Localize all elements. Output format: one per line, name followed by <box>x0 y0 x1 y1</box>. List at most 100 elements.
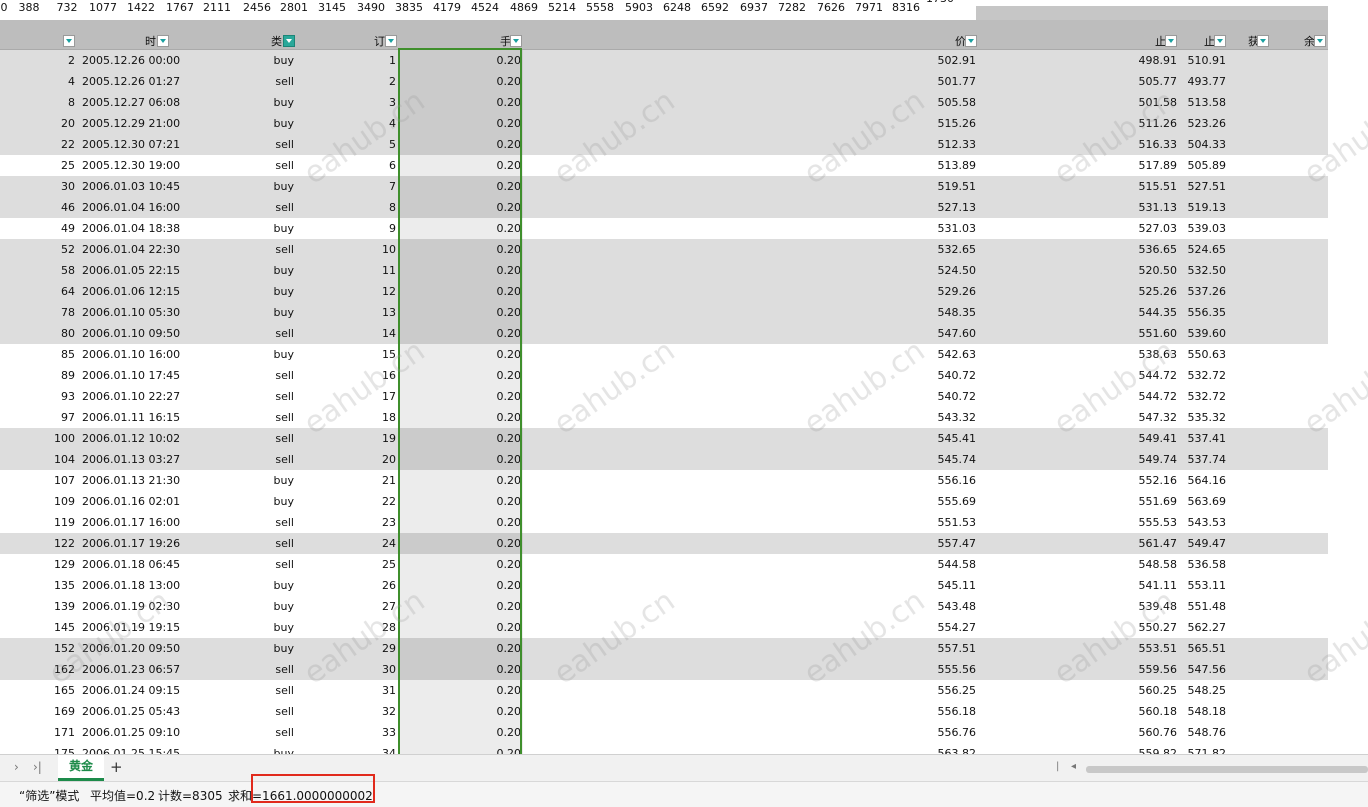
cell-lots[interactable]: 0.20 <box>461 621 522 634</box>
cell-tp[interactable]: 532.72 <box>1180 390 1227 403</box>
cell-sl[interactable]: 560.18 <box>1107 705 1178 718</box>
table-row[interactable]: 129 2006.01.18 06:45 sell 25 0.20 544.58 548.5… <box>0 554 1328 575</box>
cell-lots[interactable]: 0.20 <box>461 663 522 676</box>
filter-dropdown-order[interactable] <box>385 35 397 47</box>
cell-order[interactable]: 32 <box>356 705 396 718</box>
cell-time[interactable]: 2006.01.10 09:50 <box>82 327 180 340</box>
cell-price[interactable]: 512.33 <box>906 138 977 151</box>
cell-type[interactable]: buy <box>244 495 294 508</box>
cell-time[interactable]: 2006.01.12 10:02 <box>82 432 180 445</box>
cell-order[interactable]: 4 <box>356 117 396 130</box>
cell-order[interactable]: 29 <box>356 642 396 655</box>
cell-tp[interactable]: 537.26 <box>1180 285 1227 298</box>
cell-price[interactable]: 545.41 <box>906 432 977 445</box>
last-sheet-button[interactable]: ›| <box>33 760 42 774</box>
cell-time[interactable]: 2006.01.18 06:45 <box>82 558 180 571</box>
cell-price[interactable]: 545.11 <box>906 579 977 592</box>
cell-time[interactable]: 2006.01.25 09:10 <box>82 726 180 739</box>
cell-sl[interactable]: 525.26 <box>1107 285 1178 298</box>
cell-idx[interactable]: 25 <box>35 159 75 172</box>
cell-order[interactable]: 30 <box>356 663 396 676</box>
cell-order[interactable]: 17 <box>356 390 396 403</box>
cell-type[interactable]: buy <box>244 348 294 361</box>
cell-time[interactable]: 2005.12.29 21:00 <box>82 117 180 130</box>
cell-time[interactable]: 2006.01.20 09:50 <box>82 642 180 655</box>
cell-type[interactable]: buy <box>244 285 294 298</box>
cell-tp[interactable]: 523.26 <box>1180 117 1227 130</box>
cell-sl[interactable]: 561.47 <box>1107 537 1178 550</box>
cell-tp[interactable]: 550.63 <box>1180 348 1227 361</box>
cell-tp[interactable]: 548.25 <box>1180 684 1227 697</box>
cell-lots[interactable]: 0.20 <box>461 96 522 109</box>
cell-idx[interactable]: 85 <box>35 348 75 361</box>
cell-idx[interactable]: 46 <box>35 201 75 214</box>
cell-type[interactable]: sell <box>244 663 294 676</box>
table-row[interactable]: 122 2006.01.17 19:26 sell 24 0.20 557.47 561.4… <box>0 533 1328 554</box>
table-row[interactable]: 46 2006.01.04 16:00 sell 8 0.20 527.13 531.13 5… <box>0 197 1328 218</box>
cell-sl[interactable]: 536.65 <box>1107 243 1178 256</box>
cell-type[interactable]: sell <box>244 684 294 697</box>
cell-lots[interactable]: 0.20 <box>461 159 522 172</box>
cell-order[interactable]: 15 <box>356 348 396 361</box>
filter-dropdown-price[interactable] <box>965 35 977 47</box>
cell-type[interactable]: sell <box>244 75 294 88</box>
cell-price[interactable]: 554.27 <box>906 621 977 634</box>
cell-time[interactable]: 2006.01.13 21:30 <box>82 474 180 487</box>
table-row[interactable]: 78 2006.01.10 05:30 buy 13 0.20 548.35 544.35 5… <box>0 302 1328 323</box>
cell-lots[interactable]: 0.20 <box>461 285 522 298</box>
cell-order[interactable]: 7 <box>356 180 396 193</box>
filter-dropdown-balance[interactable] <box>1314 35 1326 47</box>
cell-price[interactable]: 556.16 <box>906 474 977 487</box>
cell-time[interactable]: 2006.01.06 12:15 <box>82 285 180 298</box>
cell-tp[interactable]: 524.65 <box>1180 243 1227 256</box>
add-sheet-button[interactable]: + <box>110 758 123 776</box>
cell-time[interactable]: 2006.01.19 02:30 <box>82 600 180 613</box>
cell-sl[interactable]: 505.77 <box>1107 75 1178 88</box>
scroll-divider-icon[interactable]: | <box>1056 761 1059 772</box>
cell-tp[interactable]: 527.51 <box>1180 180 1227 193</box>
cell-type[interactable]: sell <box>244 201 294 214</box>
cell-price[interactable]: 555.56 <box>906 663 977 676</box>
cell-tp[interactable]: 549.47 <box>1180 537 1227 550</box>
table-row[interactable]: 20 2005.12.29 21:00 buy 4 0.20 515.26 511.26 52… <box>0 113 1328 134</box>
cell-time[interactable]: 2005.12.30 07:21 <box>82 138 180 151</box>
table-row[interactable]: 139 2006.01.19 02:30 buy 27 0.20 543.48 539.48… <box>0 596 1328 617</box>
cell-tp[interactable]: 513.58 <box>1180 96 1227 109</box>
cell-tp[interactable]: 553.11 <box>1180 579 1227 592</box>
filter-dropdown-sl[interactable] <box>1165 35 1177 47</box>
cell-order[interactable]: 20 <box>356 453 396 466</box>
cell-idx[interactable]: 97 <box>35 411 75 424</box>
cell-type[interactable]: sell <box>244 705 294 718</box>
cell-sl[interactable]: 544.72 <box>1107 369 1178 382</box>
cell-price[interactable]: 547.60 <box>906 327 977 340</box>
cell-lots[interactable]: 0.20 <box>461 243 522 256</box>
cell-idx[interactable]: 64 <box>35 285 75 298</box>
cell-time[interactable]: 2006.01.05 22:15 <box>82 264 180 277</box>
cell-order[interactable]: 18 <box>356 411 396 424</box>
cell-tp[interactable]: 535.32 <box>1180 411 1227 424</box>
cell-price[interactable]: 502.91 <box>906 54 977 67</box>
cell-lots[interactable]: 0.20 <box>461 537 522 550</box>
cell-idx[interactable]: 139 <box>35 600 75 613</box>
cell-order[interactable]: 26 <box>356 579 396 592</box>
cell-price[interactable]: 542.63 <box>906 348 977 361</box>
table-row[interactable]: 85 2006.01.10 16:00 buy 15 0.20 542.63 538.63 5… <box>0 344 1328 365</box>
cell-idx[interactable]: 2 <box>35 54 75 67</box>
table-row[interactable]: 97 2006.01.11 16:15 sell 18 0.20 543.32 547.32… <box>0 407 1328 428</box>
cell-order[interactable]: 9 <box>356 222 396 235</box>
cell-idx[interactable]: 145 <box>35 621 75 634</box>
cell-order[interactable]: 24 <box>356 537 396 550</box>
cell-idx[interactable]: 152 <box>35 642 75 655</box>
cell-sl[interactable]: 539.48 <box>1107 600 1178 613</box>
cell-price[interactable]: 544.58 <box>906 558 977 571</box>
table-row[interactable]: 52 2006.01.04 22:30 sell 10 0.20 532.65 536.65… <box>0 239 1328 260</box>
cell-time[interactable]: 2005.12.30 19:00 <box>82 159 180 172</box>
cell-type[interactable]: buy <box>244 600 294 613</box>
cell-tp[interactable]: 547.56 <box>1180 663 1227 676</box>
cell-price[interactable]: 540.72 <box>906 369 977 382</box>
cell-idx[interactable]: 162 <box>35 663 75 676</box>
cell-price[interactable]: 545.74 <box>906 453 977 466</box>
cell-tp[interactable]: 505.89 <box>1180 159 1227 172</box>
cell-lots[interactable]: 0.20 <box>461 453 522 466</box>
cell-lots[interactable]: 0.20 <box>461 726 522 739</box>
